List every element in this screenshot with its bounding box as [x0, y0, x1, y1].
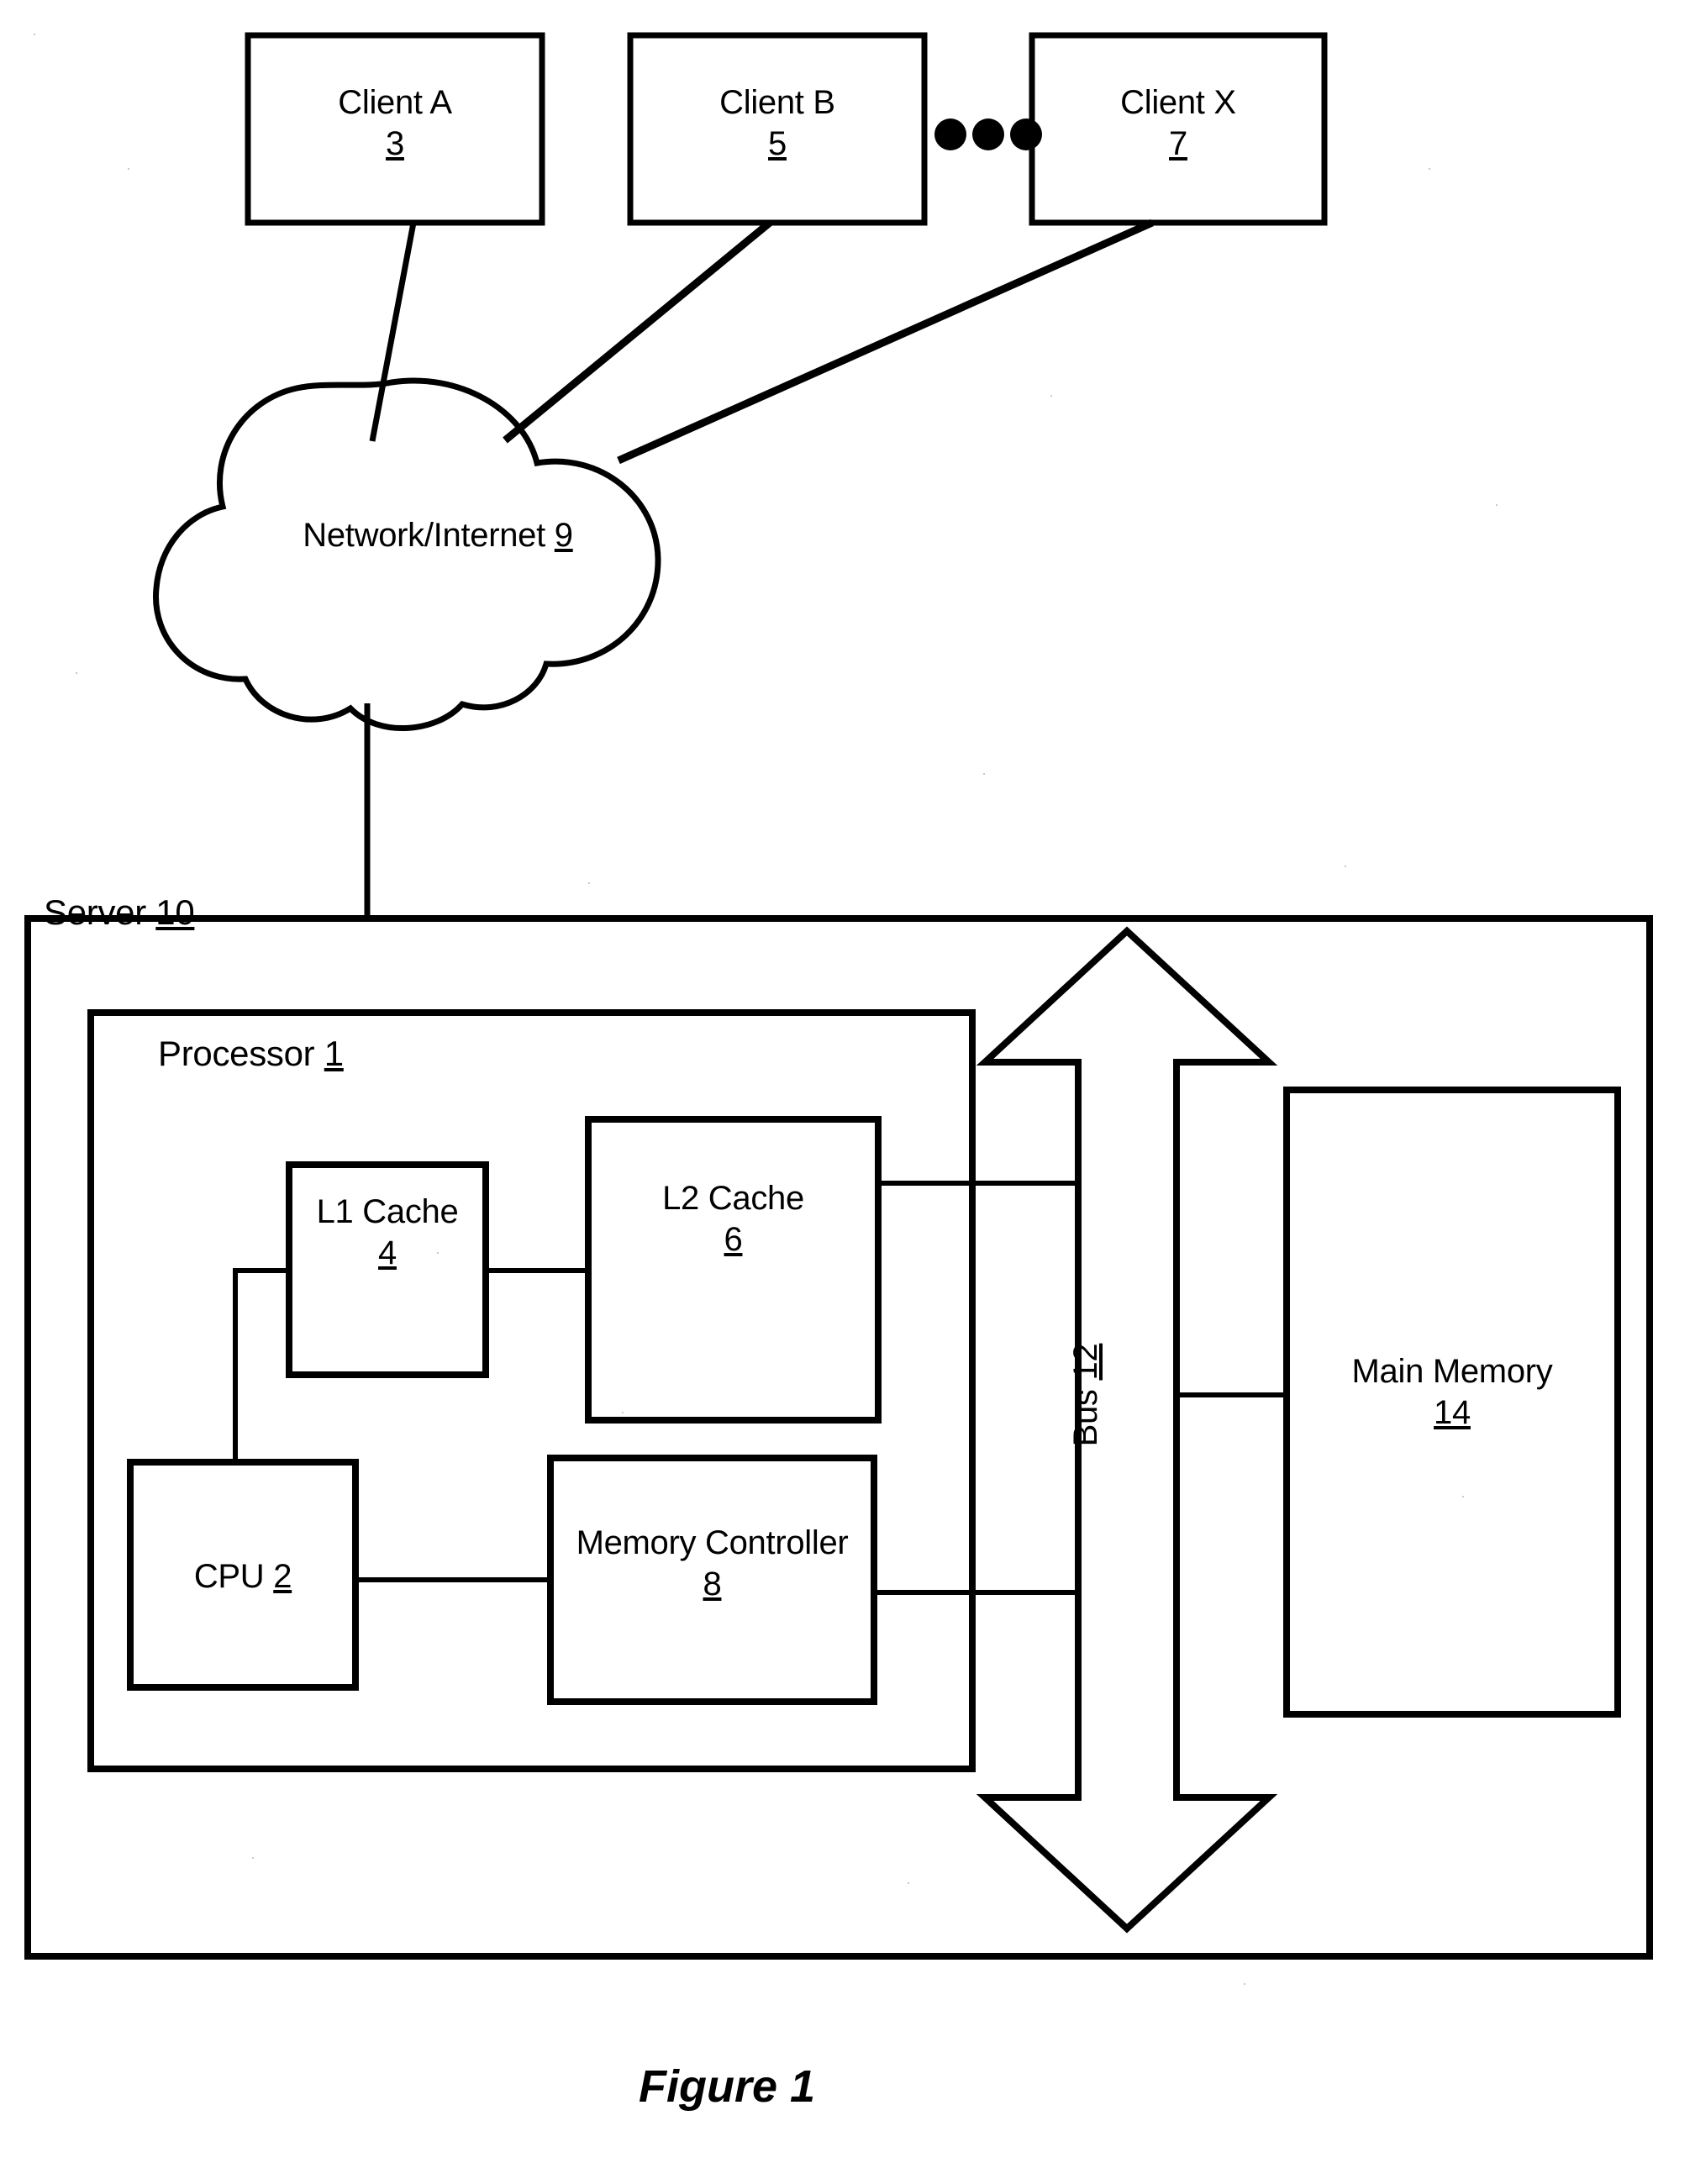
l2-cache-label: L2 Cache 6 [588, 1178, 878, 1260]
patent-figure-page: Client A 3 Client B 5 Client X 7 Network… [0, 0, 1695, 2184]
scan-speck [908, 1882, 909, 1884]
scan-speck [1050, 395, 1052, 397]
l2-cache-ref: 6 [724, 1220, 743, 1258]
scan-speck [1345, 866, 1346, 867]
client-b-ref: 5 [768, 124, 787, 162]
server-ref: 10 [155, 892, 195, 932]
client-label-b: Client B 5 [630, 82, 924, 165]
l2-cache-name: L2 Cache [662, 1180, 804, 1217]
cpu-ref: 2 [273, 1558, 292, 1595]
link-client-x-network [617, 218, 1154, 465]
scan-speck [1462, 1496, 1464, 1497]
scan-speck [1496, 504, 1498, 506]
processor-name: Processor [158, 1034, 315, 1073]
figure-caption: Figure 1 [639, 2061, 816, 2112]
diagram-vector-layer [24, 32, 1653, 1960]
wire-l1-to-cpu [233, 1268, 289, 1462]
bus-name: Bus [1067, 1389, 1104, 1447]
client-a-name: Client A [338, 84, 452, 121]
l1-cache-label: L1 Cache 4 [289, 1192, 486, 1274]
memory-controller-label: Memory Controller 8 [542, 1523, 882, 1605]
client-b-name: Client B [719, 84, 835, 121]
scan-speck [252, 1857, 254, 1859]
bus-ref: 12 [1067, 1343, 1104, 1381]
network-ref: 9 [554, 517, 573, 554]
network-label: Network/Internet 9 [215, 515, 661, 556]
network-name: Network/Internet [303, 517, 545, 554]
scan-speck [983, 773, 985, 775]
l1-cache-name: L1 Cache [316, 1193, 459, 1230]
client-x-name: Client X [1120, 84, 1236, 121]
scan-speck [588, 882, 590, 884]
scan-speck [34, 34, 35, 35]
scan-speck [1244, 1983, 1245, 1985]
main-memory-name: Main Memory [1351, 1353, 1553, 1390]
server-label: Server 10 [44, 891, 397, 934]
scan-speck [1429, 168, 1430, 170]
scan-speck [76, 672, 77, 674]
client-x-ref: 7 [1169, 124, 1187, 162]
memory-controller-ref: 8 [703, 1565, 722, 1602]
scan-speck [622, 1412, 624, 1413]
client-label-a: Client A 3 [248, 82, 542, 165]
processor-label: Processor 1 [158, 1032, 511, 1075]
bus-double-arrow [976, 926, 1278, 1934]
ellipsis-dots [934, 118, 1042, 150]
scan-speck [128, 168, 129, 170]
l1-cache-ref: 4 [378, 1234, 397, 1271]
server-name: Server [44, 892, 146, 932]
scan-speck [437, 1252, 439, 1254]
client-label-x: Client X 7 [1032, 82, 1324, 165]
memory-controller-name: Memory Controller [576, 1524, 849, 1561]
main-memory-label: Main Memory 14 [1271, 1351, 1634, 1434]
client-a-ref: 3 [386, 124, 404, 162]
bus-label: Bus 12 [1066, 1294, 1107, 1496]
l2-cache-box [585, 1116, 882, 1424]
cpu-label: CPU 2 [130, 1556, 355, 1597]
cpu-name: CPU [193, 1558, 265, 1595]
processor-ref: 1 [324, 1034, 344, 1073]
main-memory-ref: 14 [1434, 1393, 1471, 1431]
